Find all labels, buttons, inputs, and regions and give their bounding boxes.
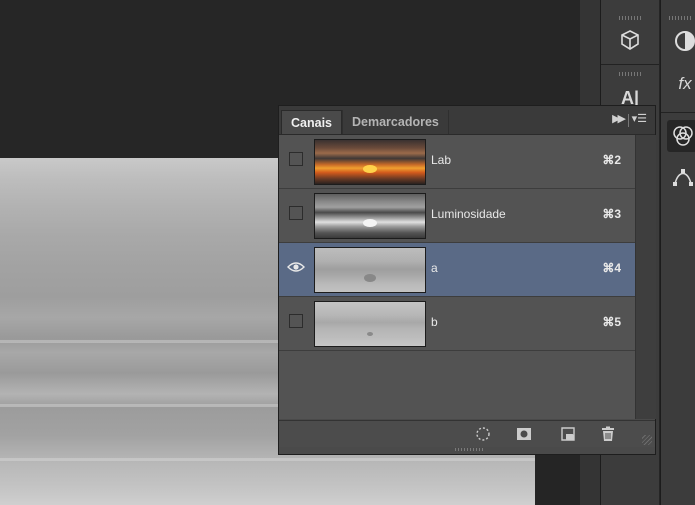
panel-bottom-grip[interactable] bbox=[455, 448, 483, 451]
channel-row-b[interactable]: b ⌘5 bbox=[279, 297, 635, 351]
channel-shortcut: ⌘3 bbox=[602, 207, 621, 221]
sun-glyph bbox=[364, 274, 376, 282]
3d-icon[interactable] bbox=[617, 29, 643, 57]
channel-name: Luminosidade bbox=[431, 207, 506, 221]
channel-row-a[interactable]: a ⌘4 bbox=[279, 243, 635, 297]
panel-tab-bar: Canais Demarcadores ▶▶ ▾☰ bbox=[279, 106, 655, 135]
channel-shortcut: ⌘5 bbox=[602, 315, 621, 329]
save-selection-icon[interactable] bbox=[516, 426, 532, 442]
channel-shortcut: ⌘2 bbox=[602, 153, 621, 167]
channel-thumbnail bbox=[314, 139, 426, 185]
channel-thumbnail bbox=[314, 247, 426, 293]
channel-list: Lab ⌘2 Luminosidade ⌘3 a ⌘4 b ⌘5 bbox=[279, 135, 635, 419]
channels-icon bbox=[673, 126, 693, 146]
visibility-toggle[interactable] bbox=[289, 314, 303, 328]
load-selection-icon[interactable] bbox=[475, 426, 491, 442]
tab-paths[interactable]: Demarcadores bbox=[342, 110, 449, 134]
panel-footer bbox=[279, 420, 655, 447]
trash-icon[interactable] bbox=[600, 426, 616, 442]
resize-grip[interactable] bbox=[642, 435, 652, 445]
new-channel-icon[interactable] bbox=[560, 426, 576, 442]
dock-separator bbox=[601, 64, 659, 65]
visibility-toggle[interactable] bbox=[289, 152, 303, 166]
dock-grip[interactable] bbox=[619, 16, 643, 20]
channel-name: b bbox=[431, 315, 438, 329]
sun-glyph bbox=[363, 219, 377, 227]
channel-shortcut: ⌘4 bbox=[602, 261, 621, 275]
channel-name: a bbox=[431, 261, 438, 275]
dock-separator bbox=[661, 112, 695, 113]
channels-dock-button[interactable] bbox=[667, 120, 695, 152]
channel-thumbnail bbox=[314, 193, 426, 239]
channel-name: Lab bbox=[431, 153, 452, 167]
sun-glyph bbox=[367, 332, 373, 336]
channel-list-scrollbar[interactable] bbox=[635, 135, 656, 419]
dock-grip[interactable] bbox=[669, 16, 693, 20]
dock-column-2: fx bbox=[660, 0, 695, 505]
canvas-streak bbox=[0, 458, 535, 461]
eye-icon[interactable] bbox=[286, 257, 306, 277]
channel-row-luminosidade[interactable]: Luminosidade ⌘3 bbox=[279, 189, 635, 243]
channel-thumbnail bbox=[314, 301, 426, 347]
paths-icon[interactable] bbox=[671, 166, 695, 194]
menu-separator bbox=[628, 114, 629, 127]
collapse-panel-button[interactable]: ▶▶ bbox=[612, 112, 626, 125]
channel-row-lab[interactable]: Lab ⌘2 bbox=[279, 135, 635, 189]
dock-grip[interactable] bbox=[619, 72, 643, 76]
adjustments-icon[interactable] bbox=[673, 30, 695, 58]
panel-menu-button[interactable]: ▾☰ bbox=[632, 112, 647, 125]
channels-panel: Canais Demarcadores ▶▶ ▾☰ Lab ⌘2 Luminos… bbox=[278, 105, 656, 455]
visibility-toggle[interactable] bbox=[289, 206, 303, 220]
styles-fx-icon[interactable]: fx bbox=[673, 72, 695, 96]
tab-channels[interactable]: Canais bbox=[281, 110, 342, 134]
sun-glyph bbox=[363, 165, 377, 173]
